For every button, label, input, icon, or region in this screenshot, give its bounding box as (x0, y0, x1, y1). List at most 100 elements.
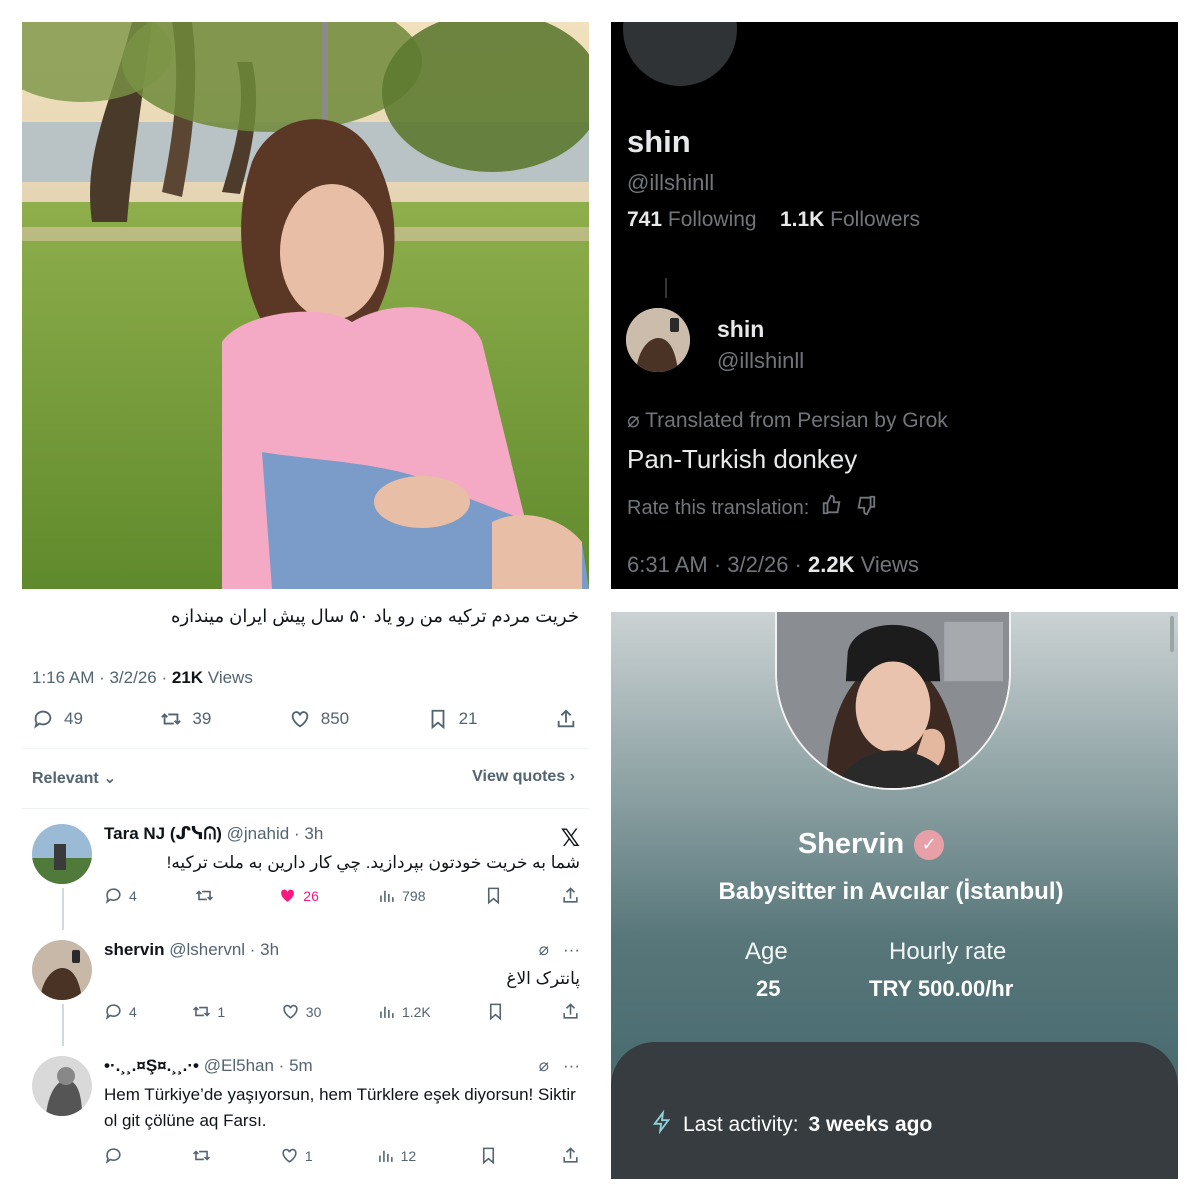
age-value: 25 (756, 976, 781, 1001)
translated-text: Pan-Turkish donkey (627, 444, 858, 474)
view-quotes-link[interactable]: View quotes › (472, 768, 575, 786)
reply-author-handle[interactable]: @illshinll (717, 348, 804, 374)
profile-avatar[interactable] (623, 22, 737, 86)
reply-corner: ⌀ ··· (539, 1056, 580, 1076)
reply-button[interactable]: 49 (32, 708, 83, 730)
bookmark-button[interactable] (486, 1002, 505, 1021)
like-button[interactable]: 1 (280, 1146, 313, 1165)
share-button[interactable] (561, 886, 580, 905)
hourly-rate-label: Hourly rate (889, 938, 1007, 965)
thumbs-down-icon[interactable] (855, 494, 877, 522)
retweet-icon (192, 1150, 210, 1161)
bookmark-icon (431, 709, 444, 730)
translate-icon: ⌀ (627, 409, 640, 432)
reply-author-name[interactable]: shin (717, 316, 764, 343)
reply-button[interactable]: 4 (104, 886, 137, 905)
more-icon[interactable]: ··· (563, 1056, 580, 1076)
share-button[interactable] (561, 1146, 580, 1165)
share-icon (563, 887, 578, 903)
more-icon[interactable]: ··· (563, 940, 580, 960)
reply-text: شما به خریت خودتون بپردازید. چي كار داري… (166, 853, 580, 872)
tweet-thread: خریت مردم ترکیه من رو یاد ۵۰ سال پیش ایر… (22, 596, 589, 1186)
like-button[interactable]: 850 (289, 708, 349, 730)
reply-item[interactable]: Tara NJ (ᔑᓭᕬ) @jnahid · 3h 𝕏 شما به خریت… (32, 824, 580, 924)
sitter-name: Shervin ✓ (611, 828, 1131, 861)
reply-corner: ⌀ ··· (539, 940, 580, 960)
retweet-icon (161, 713, 182, 725)
bookmark-icon (483, 1147, 495, 1165)
profile-photo-park (22, 22, 589, 589)
reply-actions: 4 26 798 (104, 886, 580, 905)
reply-text: Hem Türkiye’de yaşıyorsun, hem Türklere … (104, 1085, 576, 1130)
heart-filled-icon (281, 889, 295, 902)
heart-icon (291, 711, 308, 728)
share-button[interactable] (555, 708, 577, 730)
retweet-button[interactable] (195, 886, 220, 905)
bookmark-button[interactable] (484, 886, 503, 905)
reply-item[interactable]: shervin @lshervnl · 3h ⌀ ··· پانترک الاغ… (32, 940, 580, 1040)
reply-corner: 𝕏 (561, 824, 580, 853)
translation-note: ⌀ Translated from Persian by Grok (627, 409, 948, 432)
chevron-right-icon: › (569, 768, 575, 785)
bookmark-button[interactable] (479, 1146, 498, 1165)
like-button[interactable]: 30 (281, 1002, 321, 1021)
translate-icon[interactable]: ⌀ (539, 1056, 549, 1076)
retweet-button[interactable]: 1 (192, 1002, 225, 1021)
reply-button[interactable]: 4 (104, 1002, 137, 1021)
bookmark-icon (487, 887, 499, 905)
chevron-down-icon: ⌄ (103, 770, 117, 787)
share-icon (557, 709, 575, 728)
views-icon (380, 1006, 394, 1018)
profile-handle: @illshinll (627, 170, 715, 195)
last-activity: Last activity: 3 weeks ago (651, 1109, 932, 1140)
reply-item[interactable]: •·.¸¸.¤Ş¤.¸¸.·• @El5han · 5m ⌀ ··· Hem T… (32, 1056, 580, 1182)
divider (22, 748, 589, 749)
bookmark-button[interactable]: 21 (427, 708, 478, 730)
avatar[interactable] (32, 1056, 92, 1116)
avatar[interactable] (32, 824, 92, 884)
divider (22, 808, 589, 809)
sitter-avatar (775, 612, 1011, 790)
scrollbar[interactable] (1170, 616, 1174, 652)
reply-icon (105, 888, 121, 904)
sitter-subtitle: Babysitter in Avcılar (İstanbul) (718, 878, 1064, 905)
retweet-button[interactable]: 39 (160, 708, 211, 730)
sort-relevant-dropdown[interactable]: Relevant ⌄ (32, 768, 117, 788)
hourly-rate-value: TRY 500.00/hr (869, 976, 1014, 1001)
like-button[interactable]: 26 (278, 886, 319, 905)
bookmark-icon (490, 1003, 502, 1021)
views-icon (378, 1150, 393, 1162)
lightning-icon (651, 1109, 673, 1140)
tweet-meta: 1:16 AM · 3/2/26 · 21K Views (32, 668, 253, 687)
reply-button[interactable] (104, 1146, 129, 1165)
following-link[interactable]: 741 Following (627, 208, 757, 231)
avatar[interactable] (32, 940, 92, 1000)
retweet-icon (196, 890, 214, 901)
share-icon (563, 1147, 578, 1163)
reply-avatar[interactable] (626, 308, 690, 372)
reply-header: Tara NJ (ᔑᓭᕬ) @jnahid · 3h (104, 824, 324, 843)
reply-icon (34, 710, 52, 729)
profile-name: shin (627, 124, 691, 159)
followers-link[interactable]: 1.1K Followers (780, 208, 920, 231)
reply-text: پانترک الاغ (506, 969, 580, 988)
follow-stats: 741 Following 1.1K Followers (627, 208, 920, 232)
translate-icon[interactable]: ⌀ (539, 940, 549, 960)
thumbs-up-icon[interactable] (821, 494, 843, 522)
share-button[interactable] (561, 1002, 580, 1021)
views-icon (380, 890, 394, 902)
reply-icon (105, 1004, 121, 1020)
babysitter-profile-card: Shervin ✓ Babysitter in Avcılar (İstanbu… (611, 612, 1178, 1179)
x-logo-icon: 𝕏 (560, 825, 580, 852)
retweet-button[interactable] (192, 1146, 217, 1165)
x-profile-dark: shin @illshinll 741 Following 1.1K Follo… (611, 22, 1178, 589)
reply-icon (105, 1148, 121, 1164)
retweet-icon (193, 1006, 211, 1017)
thread-line (665, 278, 667, 298)
age-label: Age (745, 938, 788, 965)
views-button[interactable]: 12 (376, 1146, 416, 1165)
verified-badge-icon: ✓ (914, 829, 945, 860)
tweet-text: خریت مردم ترکیه من رو یاد ۵۰ سال پیش ایر… (171, 606, 579, 626)
views-button[interactable]: 1.2K (377, 1002, 431, 1021)
views-button[interactable]: 798 (377, 886, 425, 905)
